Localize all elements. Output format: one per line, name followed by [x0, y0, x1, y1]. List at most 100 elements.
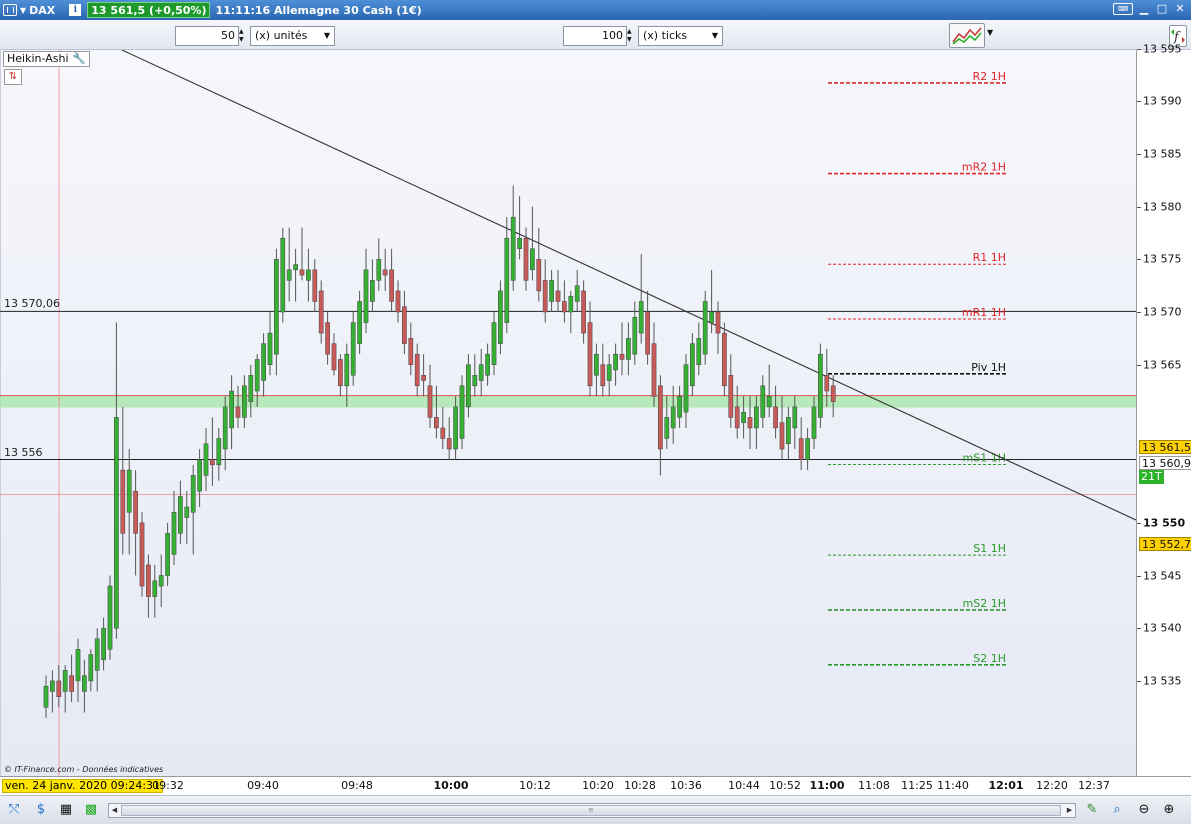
candle-body [414, 353, 420, 387]
dollar-icon[interactable]: $ [32, 801, 50, 819]
candle-body [178, 496, 183, 534]
price-tick-label: 13 535 [1143, 674, 1182, 688]
wrench-icon[interactable]: 🔧 [72, 52, 86, 65]
table-icon[interactable]: ▦ [57, 801, 75, 819]
candle-body [549, 280, 554, 302]
candle-body [581, 290, 586, 334]
price-tick-mark [1137, 312, 1141, 313]
candle-body [754, 406, 759, 429]
instrument-description: 11:11:16 Allemagne 30 Cash (1€) [215, 3, 422, 17]
time-tick-label: 12:20 [1036, 779, 1068, 792]
candle-body [56, 680, 62, 697]
chart-type-button[interactable] [949, 23, 985, 48]
price-chart[interactable]: mR3 1HR2 1HmR2 1HR1 1HmR1 1HPiv 1HmS1 1H… [0, 50, 1136, 776]
candle-body [747, 417, 753, 429]
candle-body [683, 364, 689, 413]
symbol-dropdown-icon[interactable]: ▼ [20, 6, 26, 15]
candle-body [338, 359, 343, 387]
candle-body [485, 353, 490, 376]
zoom-out-icon[interactable]: ⊖ [1135, 801, 1153, 819]
share-icon[interactable]: ⤲ [5, 801, 23, 819]
ticks-select[interactable]: (x) ticks ▼ [638, 26, 723, 46]
pivot-label: Piv 1H [971, 361, 1006, 374]
copyright-notice: © IT-Finance.com - Données indicatives [4, 765, 164, 774]
candle-body [152, 580, 158, 597]
candle-body [619, 353, 625, 360]
symbol-name[interactable]: DAX [29, 4, 55, 17]
candle-body [376, 259, 382, 281]
zoom-area-icon[interactable]: ⌕ [1108, 801, 1126, 819]
cursor-datetime: ven. 24 janv. 2020 09:24:31 [2, 779, 164, 793]
units-spinner[interactable]: ▲ ▼ [239, 26, 248, 46]
horizontal-line-label: 13 570,06 [4, 297, 60, 311]
chart-type-dropdown-icon[interactable]: ▼ [987, 28, 993, 37]
time-tick-label: 11:25 [901, 779, 933, 792]
window-menu-icon[interactable] [3, 4, 17, 16]
scroll-thumb[interactable]: ≡ [121, 805, 1061, 816]
candle-body [184, 506, 190, 518]
pivot-label: mS2 1H [963, 597, 1006, 610]
candle-body [126, 469, 132, 513]
candle-body [453, 406, 458, 450]
keyboard-icon[interactable]: ⌨ [1113, 3, 1133, 15]
candle-body [427, 385, 433, 418]
time-tick-label: 10:44 [728, 779, 760, 792]
candle-body [114, 417, 119, 629]
units-select[interactable]: (x) unités ▼ [250, 26, 335, 46]
candle-body [626, 338, 631, 360]
candle-body [472, 374, 478, 387]
scroll-right-icon[interactable]: ▶ [1064, 804, 1075, 817]
grid-icon[interactable]: ▩ [82, 801, 100, 819]
price-axis[interactable]: 13 595 13 590 13 585 13 580 13 575 13 570 13 5… [1136, 42, 1191, 776]
price-tick-mark [1137, 48, 1141, 50]
candle-body [363, 269, 369, 323]
units-input[interactable]: 50 [175, 26, 239, 46]
candle-body [728, 374, 734, 418]
price-tick-label: 13 540 [1143, 621, 1182, 635]
price-tick-mark [1137, 206, 1141, 208]
candle-body [280, 237, 286, 313]
info-icon[interactable]: i [69, 4, 82, 16]
chart-toolbar: 50 ▲ ▼ (x) unités ▼ 100 ▲ ▼ (x) ticks ▼ ▼ … [0, 20, 1191, 50]
candle-body [792, 406, 798, 429]
scroll-left-icon[interactable]: ◀ [109, 804, 120, 817]
candle-body [555, 290, 561, 302]
price-tick-mark [1137, 101, 1141, 103]
candle-body [523, 237, 529, 281]
horizontal-scrollbar[interactable]: ◀ ≡ ▶ [108, 803, 1076, 818]
heikin-ashi-toggle-icon[interactable]: ⇅ [4, 69, 22, 85]
candle-body [690, 343, 695, 387]
time-tick-label: 10:20 [582, 779, 614, 792]
price-tick-mark [1137, 680, 1141, 682]
maximize-button[interactable]: □ [1155, 3, 1169, 15]
candle-body [478, 364, 484, 381]
candle-body [382, 269, 388, 276]
zoom-in-icon[interactable]: ⊕ [1160, 801, 1178, 819]
drawing-tools-icon[interactable]: ✎ [1083, 801, 1101, 819]
candle-body [286, 269, 292, 281]
pivot-label: mS1 1H [963, 452, 1006, 465]
ticks-spinner[interactable]: ▲ ▼ [627, 26, 636, 46]
candle-body [786, 417, 791, 444]
indicator-label[interactable]: Heikin-Ashi 🔧 [3, 51, 90, 67]
candle-body [632, 317, 638, 355]
time-tick-label: 11:40 [937, 779, 969, 792]
price-badge: 13 561,5 (+0,50%) [87, 2, 211, 18]
window-controls: ⌨ ▁ □ ✕ [1113, 3, 1187, 15]
candle-body [133, 490, 138, 534]
candle-body [165, 533, 170, 576]
minimize-button[interactable]: ▁ [1137, 3, 1151, 15]
candle-body [805, 438, 810, 460]
price-tick-mark [1137, 153, 1141, 155]
ticks-input[interactable]: 100 [563, 26, 627, 46]
time-axis[interactable]: ven. 24 janv. 2020 09:24:31 09:32 09:40 09… [0, 776, 1191, 794]
candle-body [50, 680, 55, 692]
candle-body [190, 475, 196, 513]
price-tick-mark [1137, 522, 1141, 524]
close-button[interactable]: ✕ [1173, 3, 1187, 15]
indicator-name: Heikin-Ashi [7, 52, 69, 65]
current-price-band [0, 395, 1136, 408]
candle-body [760, 385, 766, 418]
time-tick-label: 12:01 [988, 779, 1024, 792]
chevron-down-icon: ▼ [711, 31, 718, 40]
